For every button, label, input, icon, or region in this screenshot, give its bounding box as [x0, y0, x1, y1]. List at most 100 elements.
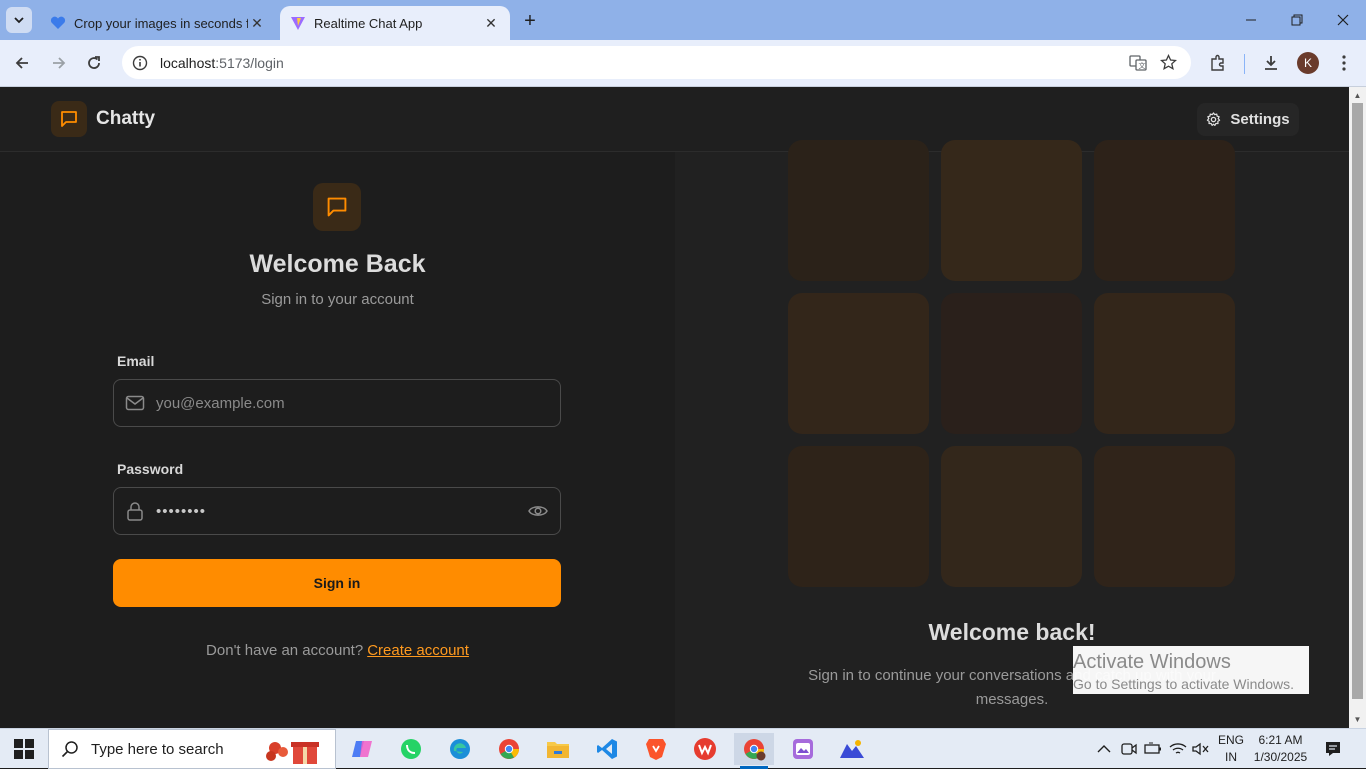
close-window-button[interactable]	[1320, 0, 1366, 40]
tab-realtime-chat[interactable]: Realtime Chat App ✕	[280, 6, 510, 40]
brave-taskbar-icon[interactable]	[636, 733, 676, 765]
close-icon[interactable]: ✕	[248, 14, 266, 32]
extensions-button[interactable]	[1203, 48, 1233, 78]
chrome-taskbar-icon[interactable]	[489, 733, 529, 765]
start-button[interactable]	[14, 739, 34, 759]
tab-title: Realtime Chat App	[314, 15, 423, 31]
login-logo	[313, 183, 361, 231]
copilot-taskbar-icon[interactable]	[342, 733, 382, 765]
page-scrollbar[interactable]: ▲ ▼	[1349, 87, 1366, 728]
meet-now-icon[interactable]	[1120, 729, 1138, 769]
whatsapp-taskbar-icon[interactable]	[391, 733, 431, 765]
browser-toolbar: localhost:5173/login 文 K	[0, 40, 1366, 87]
login-title: Welcome Back	[249, 250, 426, 278]
restore-icon	[1291, 14, 1303, 26]
vscode-taskbar-icon[interactable]	[587, 733, 627, 765]
clock-time: 6:21 AM	[1258, 733, 1303, 747]
clock[interactable]: 6:21 AM 1/30/2025	[1253, 732, 1308, 766]
pattern-tile	[1094, 446, 1235, 587]
wifi-icon[interactable]	[1169, 729, 1187, 769]
password-value: ••••••••	[156, 502, 207, 520]
browser-tab-strip: Crop your images in seconds fo ✕ Realtim…	[0, 0, 1366, 40]
email-placeholder: you@example.com	[156, 394, 285, 412]
arrow-left-icon	[15, 57, 28, 69]
tab-crop-images[interactable]: Crop your images in seconds fo ✕	[40, 6, 276, 40]
eye-icon[interactable]	[516, 503, 560, 519]
activate-windows-watermark: Activate Windows Go to Settings to activ…	[1073, 646, 1309, 694]
site-info-icon[interactable]	[130, 55, 150, 71]
taskbar-search-box[interactable]: Type here to search	[48, 729, 336, 769]
show-hidden-icons-button[interactable]	[1097, 729, 1111, 769]
create-account-link[interactable]: Create account	[367, 642, 469, 659]
profile-avatar[interactable]: K	[1297, 52, 1319, 74]
language-indicator[interactable]: ENG IN	[1216, 732, 1246, 766]
auth-image-panel: Welcome back! Sign in to continue your c…	[675, 140, 1349, 728]
notification-icon	[1326, 742, 1340, 756]
star-icon[interactable]	[1159, 53, 1178, 76]
file-explorer-taskbar-icon[interactable]	[538, 733, 578, 765]
forward-button[interactable]	[44, 48, 74, 78]
reload-icon	[88, 56, 100, 69]
settings-button[interactable]: Settings	[1197, 103, 1299, 136]
chevron-down-icon	[14, 17, 24, 24]
pattern-tile	[941, 140, 1082, 281]
scroll-up-icon[interactable]: ▲	[1352, 90, 1363, 100]
minimize-icon	[1246, 19, 1256, 21]
windows-logo-icon	[14, 739, 34, 759]
promo-title: Welcome back!	[928, 619, 1096, 645]
toolbar-divider	[1244, 54, 1245, 74]
arrow-right-icon	[53, 57, 66, 69]
downloads-button[interactable]	[1256, 48, 1286, 78]
windows-taskbar: Type here to search ENG IN 6:21 AM 1/30/…	[0, 728, 1366, 769]
more-vertical-icon	[1342, 55, 1346, 71]
translate-icon[interactable]: 文	[1129, 54, 1147, 77]
gift-flowers-icon	[266, 742, 319, 764]
message-square-icon	[61, 111, 77, 127]
pattern-tile	[1094, 140, 1235, 281]
login-subtitle: Sign in to your account	[261, 291, 414, 308]
watermark-line1: Activate Windows	[1073, 651, 1231, 673]
tab-title: Crop your images in seconds fo	[74, 15, 248, 31]
photos-taskbar-icon[interactable]	[783, 733, 823, 765]
gear-icon	[1207, 112, 1221, 127]
paint-taskbar-icon[interactable]	[832, 733, 872, 765]
pattern-tile	[788, 293, 929, 434]
web-page: Chatty Settings Welcome Back Sign in to …	[0, 87, 1349, 728]
email-field[interactable]: you@example.com	[113, 379, 561, 427]
pattern-tile	[788, 446, 929, 587]
puzzle-icon	[1211, 54, 1224, 71]
notifications-button[interactable]	[1324, 729, 1342, 769]
pattern-tile	[941, 446, 1082, 587]
address-bar[interactable]: localhost:5173/login 文	[122, 46, 1191, 79]
brand-name[interactable]: Chatty	[96, 108, 155, 130]
restore-button[interactable]	[1274, 0, 1320, 40]
chevron-up-icon	[1097, 745, 1111, 753]
close-icon[interactable]: ✕	[482, 14, 500, 32]
battery-icon[interactable]	[1144, 729, 1162, 769]
browser-menu-button[interactable]	[1329, 48, 1359, 78]
email-label: Email	[117, 353, 155, 369]
password-field[interactable]: ••••••••	[113, 487, 561, 535]
new-tab-button[interactable]: +	[518, 9, 542, 33]
sign-in-button[interactable]: Sign in	[113, 559, 561, 607]
search-icon	[61, 741, 78, 758]
logo-button[interactable]	[51, 101, 87, 137]
chrome-profile-taskbar-icon[interactable]	[734, 733, 774, 769]
pattern-tile	[941, 293, 1082, 434]
heart-icon	[50, 15, 66, 31]
scrollbar-thumb[interactable]	[1352, 103, 1363, 699]
close-icon	[1337, 14, 1349, 26]
volume-muted-icon[interactable]	[1192, 729, 1210, 769]
reload-button[interactable]	[79, 48, 109, 78]
wps-taskbar-icon[interactable]	[685, 733, 725, 765]
signup-prompt: Don't have an account? Create account	[0, 642, 675, 659]
download-icon	[1265, 56, 1277, 70]
edge-taskbar-icon[interactable]	[440, 733, 480, 765]
message-square-icon	[327, 197, 347, 217]
back-button[interactable]	[7, 48, 37, 78]
settings-label: Settings	[1230, 111, 1290, 128]
scroll-down-icon[interactable]: ▼	[1352, 714, 1363, 724]
language-line1: ENG	[1217, 733, 1244, 747]
tab-search-button[interactable]	[6, 7, 32, 33]
minimize-button[interactable]	[1228, 0, 1274, 40]
